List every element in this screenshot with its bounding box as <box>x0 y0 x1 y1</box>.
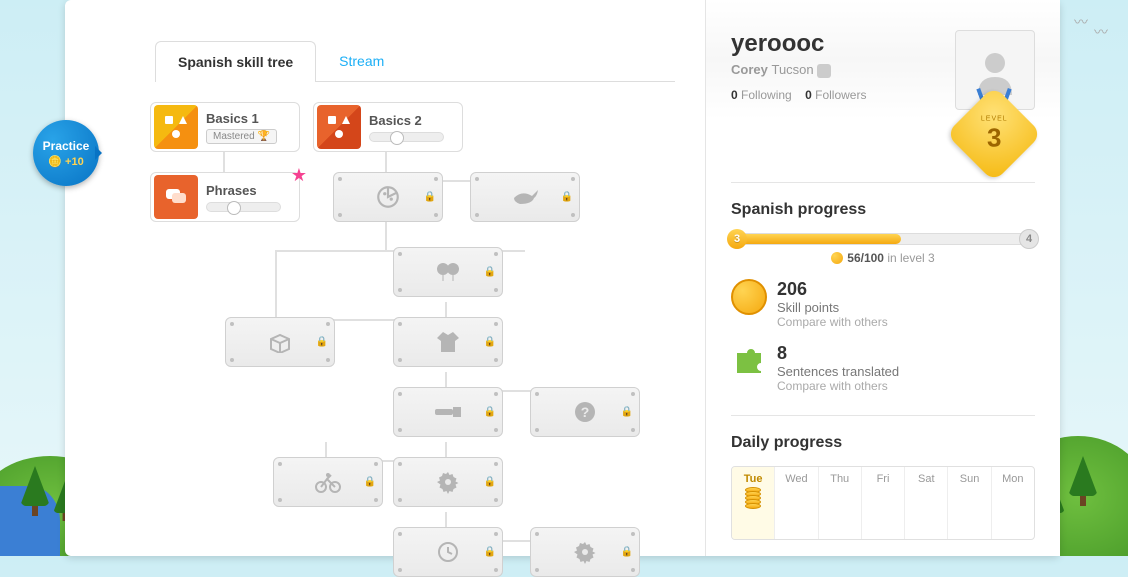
stat-skill-points[interactable]: 206 Skill points Compare with others <box>731 279 1035 329</box>
stat-sentences[interactable]: 8 Sentences translated Compare with othe… <box>731 343 1035 393</box>
progress-title: Spanish progress <box>731 201 1035 219</box>
bike-icon <box>314 471 342 493</box>
skill-icon <box>154 105 198 149</box>
brush-icon <box>433 403 463 421</box>
practice-label: Practice <box>43 139 90 153</box>
lock-icon: 🔒 <box>561 192 573 203</box>
day-cell[interactable]: Thu <box>819 467 862 539</box>
current-level-knob: 3 <box>727 229 747 249</box>
profile-pane: yeroooc Corey Tucson 0 Following 0 Follo… <box>705 0 1060 556</box>
locked-skill-clothing[interactable]: 🔒 <box>393 317 503 367</box>
day-cell[interactable]: Tue <box>732 467 775 539</box>
lock-icon: 🔒 <box>484 267 496 278</box>
locked-skill-gear1[interactable]: 🔒 <box>393 457 503 507</box>
puzzle-icon <box>731 343 767 379</box>
whale-icon <box>510 186 540 208</box>
day-cell[interactable]: Fri <box>862 467 905 539</box>
day-cell[interactable]: Sun <box>948 467 991 539</box>
avatar-placeholder-icon <box>970 45 1020 95</box>
locked-skill-verbs[interactable]: 🔒 <box>273 457 383 507</box>
locked-skill-plurals[interactable]: 🔒 <box>393 247 503 297</box>
daily-row: TueWedThuFriSatSunMon <box>731 466 1035 540</box>
day-cell[interactable]: Sat <box>905 467 948 539</box>
level-progress-bar: 3 4 <box>731 233 1035 245</box>
daily-title: Daily progress <box>731 434 1035 452</box>
locked-skill-gear2[interactable]: 🔒 <box>530 527 640 577</box>
svg-text:?: ? <box>581 404 590 420</box>
locked-skill-colors[interactable]: 🔒 <box>393 387 503 437</box>
locked-skill-possession[interactable]: 🔒 <box>225 317 335 367</box>
skill-icon <box>154 175 198 219</box>
box-icon <box>267 331 293 353</box>
skill-title: Phrases <box>206 183 296 198</box>
skill-basics-2[interactable]: Basics 2 <box>313 102 463 152</box>
level-medal: LEVEL3 <box>960 100 1028 168</box>
practice-points: 🪙 +10 <box>48 155 83 168</box>
skill-phrases[interactable]: ★ Phrases <box>150 172 300 222</box>
tab-skill-tree[interactable]: Spanish skill tree <box>155 41 316 82</box>
locked-skill-food[interactable]: 🔒 <box>333 172 443 222</box>
lock-icon: 🔒 <box>424 192 436 203</box>
skill-icon <box>317 105 361 149</box>
coin-icon <box>831 252 843 264</box>
skill-basics-1[interactable]: Basics 1 Mastered 🏆 <box>150 102 300 152</box>
day-cell[interactable]: Mon <box>992 467 1034 539</box>
bird-icon: 〰 <box>1074 12 1088 32</box>
balloons-icon <box>434 261 462 283</box>
progress-text: 56/100 in level 3 <box>731 251 1035 265</box>
skill-title: Basics 1 <box>206 111 296 126</box>
coin-icon <box>731 279 767 315</box>
lock-icon: 🔒 <box>364 477 376 488</box>
lock-icon: 🔒 <box>621 407 633 418</box>
skill-tree: Basics 1 Mastered 🏆 Basics 2 ★ <box>145 102 675 552</box>
question-icon: ? <box>573 400 597 424</box>
twitter-icon[interactable] <box>817 64 831 78</box>
star-icon: ★ <box>291 165 307 186</box>
skill-title: Basics 2 <box>369 113 459 128</box>
shirt-icon <box>435 330 461 354</box>
mastered-badge: Mastered 🏆 <box>206 129 277 144</box>
practice-button[interactable]: Practice 🪙 +10 <box>33 120 99 186</box>
lock-icon: 🔒 <box>484 337 496 348</box>
pizza-icon <box>375 184 401 210</box>
next-level-knob: 4 <box>1019 229 1039 249</box>
lock-icon: 🔒 <box>484 407 496 418</box>
day-cell[interactable]: Wed <box>775 467 818 539</box>
main-panel: Spanish skill tree Stream <box>65 0 1060 556</box>
locked-skill-animals[interactable]: 🔒 <box>470 172 580 222</box>
lock-icon: 🔒 <box>484 477 496 488</box>
lock-icon: 🔒 <box>316 337 328 348</box>
skill-progress-bar <box>206 202 281 212</box>
skill-progress-bar <box>369 132 444 142</box>
skill-tree-pane: Spanish skill tree Stream <box>65 0 705 556</box>
gear-icon <box>436 470 460 494</box>
gear-icon <box>573 540 597 564</box>
clock-icon <box>436 540 460 564</box>
daily-section: Daily progress TueWedThuFriSatSunMon <box>731 415 1035 540</box>
bird-icon: 〰 <box>1094 22 1108 42</box>
tabs: Spanish skill tree Stream <box>155 40 675 82</box>
progress-section: Spanish progress 3 4 56/100 in level 3 2… <box>731 182 1035 393</box>
locked-skill-questions[interactable]: ?🔒 <box>530 387 640 437</box>
locked-skill-time[interactable]: 🔒 <box>393 527 503 577</box>
tab-stream[interactable]: Stream <box>316 40 407 81</box>
